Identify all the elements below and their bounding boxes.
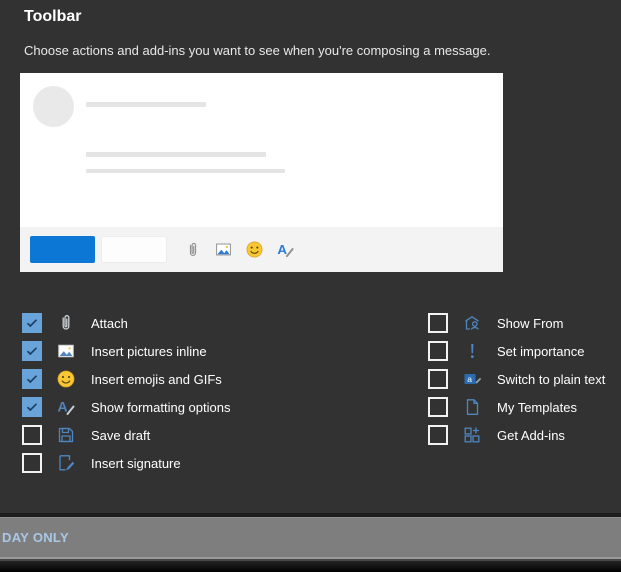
page-description: Choose actions and add-ins you want to s…	[24, 43, 490, 58]
toolbar-option-attach[interactable]: Attach	[22, 309, 230, 337]
templates-icon	[462, 397, 482, 417]
toolbar-option-save-draft[interactable]: Save draft	[22, 421, 230, 449]
addins-icon	[462, 425, 482, 445]
check-icon	[26, 318, 38, 328]
placeholder-line	[86, 152, 266, 157]
picture-icon	[56, 341, 76, 361]
emoji-icon	[245, 240, 264, 259]
option-checkbox[interactable]	[428, 397, 448, 417]
formatting-icon	[56, 397, 76, 417]
option-checkbox[interactable]	[22, 369, 42, 389]
check-icon	[26, 346, 38, 356]
option-label: Insert emojis and GIFs	[91, 372, 222, 387]
toolbar-option-show-from[interactable]: Show From	[428, 309, 605, 337]
toolbar-option-switch-to-plain-text[interactable]: Switch to plain text	[428, 365, 605, 393]
option-checkbox[interactable]	[22, 425, 42, 445]
option-label: Set importance	[497, 344, 584, 359]
toolbar-option-my-templates[interactable]: My Templates	[428, 393, 605, 421]
svg-text:A: A	[277, 242, 287, 257]
option-checkbox[interactable]	[22, 313, 42, 333]
toolbar-option-insert-signature[interactable]: Insert signature	[22, 449, 230, 477]
option-checkbox[interactable]	[22, 397, 42, 417]
toolbar-option-get-add-ins[interactable]: Get Add-ins	[428, 421, 605, 449]
option-label: Show formatting options	[91, 400, 230, 415]
option-checkbox[interactable]	[22, 341, 42, 361]
option-checkbox[interactable]	[428, 425, 448, 445]
plain-text-icon	[462, 369, 482, 389]
option-checkbox[interactable]	[428, 313, 448, 333]
toolbar-option-set-importance[interactable]: Set importance	[428, 337, 605, 365]
compose-preview-card: A	[20, 73, 503, 272]
option-checkbox[interactable]	[428, 341, 448, 361]
paperclip-icon	[184, 241, 202, 259]
emoji-icon	[56, 369, 76, 389]
options-column-right: Show From Set importance Switch to plain…	[428, 309, 605, 449]
option-checkbox[interactable]	[428, 369, 448, 389]
option-label: Show From	[497, 316, 563, 331]
option-label: Get Add-ins	[497, 428, 565, 443]
formatting-icon: A	[276, 240, 295, 259]
preview-toolbar-icons: A	[184, 240, 295, 259]
picture-icon	[214, 240, 233, 259]
send-button-preview	[30, 236, 95, 263]
check-icon	[26, 402, 38, 412]
option-label: Attach	[91, 316, 128, 331]
background-window-strip	[0, 561, 621, 572]
options-column-left: Attach Insert pictures inline Insert emo…	[22, 309, 230, 477]
option-label: My Templates	[497, 400, 577, 415]
compose-preview-toolbar: A	[20, 227, 503, 272]
toolbar-option-insert-pictures-inline[interactable]: Insert pictures inline	[22, 337, 230, 365]
day-only-button[interactable]: DAY ONLY	[2, 530, 69, 545]
importance-icon	[462, 341, 482, 361]
option-checkbox[interactable]	[22, 453, 42, 473]
placeholder-line	[86, 169, 285, 173]
save-icon	[56, 425, 76, 445]
signature-icon	[56, 453, 76, 473]
background-window-bar: DAY ONLY	[0, 517, 621, 557]
toolbar-settings-panel: Toolbar Choose actions and add-ins you w…	[0, 0, 621, 572]
option-label: Insert signature	[91, 456, 181, 471]
page-title: Toolbar	[24, 8, 81, 26]
toolbar-option-insert-emojis-and-gifs[interactable]: Insert emojis and GIFs	[22, 365, 230, 393]
discard-button-preview	[102, 237, 166, 262]
placeholder-line	[86, 102, 206, 107]
option-label: Save draft	[91, 428, 150, 443]
option-label: Switch to plain text	[497, 372, 605, 387]
show-from-icon	[462, 313, 482, 333]
avatar	[33, 86, 74, 127]
option-label: Insert pictures inline	[91, 344, 207, 359]
paperclip-icon	[56, 313, 76, 333]
check-icon	[26, 374, 38, 384]
toolbar-option-show-formatting-options[interactable]: Show formatting options	[22, 393, 230, 421]
